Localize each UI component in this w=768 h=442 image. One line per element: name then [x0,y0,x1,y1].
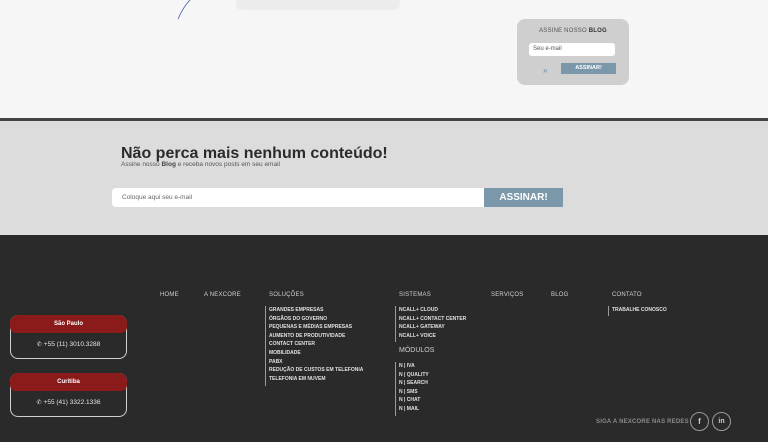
footer-nav-home[interactable]: HOME [160,292,179,298]
office-phone[interactable]: ✆ +55 (11) 3010.3288 [11,341,126,348]
footer-nav-servicos[interactable]: SERVIÇOS [491,292,524,298]
modulos-link[interactable]: N | SMS [399,388,429,397]
blog-widget-title: ASSINE NOSSO BLOG [539,28,607,34]
newsletter-subscribe-button[interactable]: ASSINAR! [484,188,563,207]
sistemas-link[interactable]: NCALL+ CONTACT CENTER [399,315,466,324]
sistemas-list: NCALL+ CLOUD NCALL+ CONTACT CENTER NCALL… [399,306,466,340]
contato-link[interactable]: TRABALHE CONOSCO [612,306,667,315]
sistemas-link[interactable]: NCALL+ GATEWAY [399,323,466,332]
solucoes-link[interactable]: TELEFONIA EM NUVEM [269,375,363,384]
phone-icon: ✆ [36,342,42,348]
footer-nav-solucoes[interactable]: SOLUÇÕES [269,292,304,298]
blog-email-input[interactable]: Seu e-mail [529,43,615,56]
content-card-edge [236,0,400,10]
blog-subscribe-widget: ASSINE NOSSO BLOG Seu e-mail » ASSINAR! [517,19,629,85]
solucoes-link[interactable]: PEQUENAS E MÉDIAS EMPRESAS [269,323,363,332]
divider-line [265,306,266,386]
modulos-heading: MÓDULOS [399,347,435,354]
office-city: Curitiba [10,373,127,391]
newsletter-section: Não perca mais nenhum conteúdo! Assine n… [0,121,768,235]
divider-line [608,306,609,316]
solucoes-link[interactable]: MOBILIDADE [269,349,363,358]
solucoes-link[interactable]: AUMENTO DE PRODUTIVIDADE [269,332,363,341]
footer: HOME A NEXCORE SOLUÇÕES SISTEMAS SERVIÇO… [0,235,768,442]
solucoes-list: GRANDES EMPRESAS ÓRGÃOS DO GOVERNO PEQUE… [269,306,363,383]
contato-list: TRABALHE CONOSCO [612,306,667,315]
office-card-curitiba: Curitiba ✆ +55 (41) 3322.1336 [10,373,127,417]
office-card-sao-paulo: São Paulo ✆ +55 (11) 3010.3288 [10,315,127,359]
double-chevron-icon: » [543,66,548,75]
footer-nav-blog[interactable]: BLOG [551,292,568,298]
solucoes-link[interactable]: GRANDES EMPRESAS [269,306,363,315]
facebook-icon[interactable]: f [690,412,709,431]
footer-nav-sistemas[interactable]: SISTEMAS [399,292,431,298]
office-phone[interactable]: ✆ +55 (41) 3322.1336 [11,399,126,406]
modulos-link[interactable]: N | MAIL [399,405,429,414]
blog-subscribe-button[interactable]: ASSINAR! [561,63,616,74]
newsletter-email-input[interactable]: Coloque aqui seu e-mail [112,188,484,207]
footer-nav-contato[interactable]: CONTATO [612,292,642,298]
linkedin-icon[interactable]: in [712,412,731,431]
solucoes-link[interactable]: ÓRGÃOS DO GOVERNO [269,315,363,324]
divider-line [395,306,396,342]
phone-icon: ✆ [36,400,42,406]
modulos-link[interactable]: N | SEARCH [399,379,429,388]
modulos-link[interactable]: N | QUALITY [399,371,429,380]
modulos-link[interactable]: N | CHAT [399,396,429,405]
modulos-link[interactable]: N | IVA [399,362,429,371]
solucoes-link[interactable]: REDUÇÃO DE CUSTOS EM TELEFONIA [269,366,363,375]
solucoes-link[interactable]: PABX [269,358,363,367]
footer-nav-nexcore[interactable]: A NEXCORE [204,292,241,298]
sistemas-link[interactable]: NCALL+ CLOUD [399,306,466,315]
solucoes-link[interactable]: CONTACT CENTER [269,340,363,349]
decorative-line [177,0,191,20]
divider-line [395,362,396,416]
newsletter-subtitle: Assine nosso Blog e receba novos posts e… [121,161,280,168]
modulos-list: N | IVA N | QUALITY N | SEARCH N | SMS N… [399,362,429,414]
top-section: ASSINE NOSSO BLOG Seu e-mail » ASSINAR! [0,0,768,118]
sistemas-link[interactable]: NCALL+ VOICE [399,332,466,341]
social-label: SIGA A NEXCORE NAS REDES [596,419,689,425]
office-city: São Paulo [10,315,127,333]
